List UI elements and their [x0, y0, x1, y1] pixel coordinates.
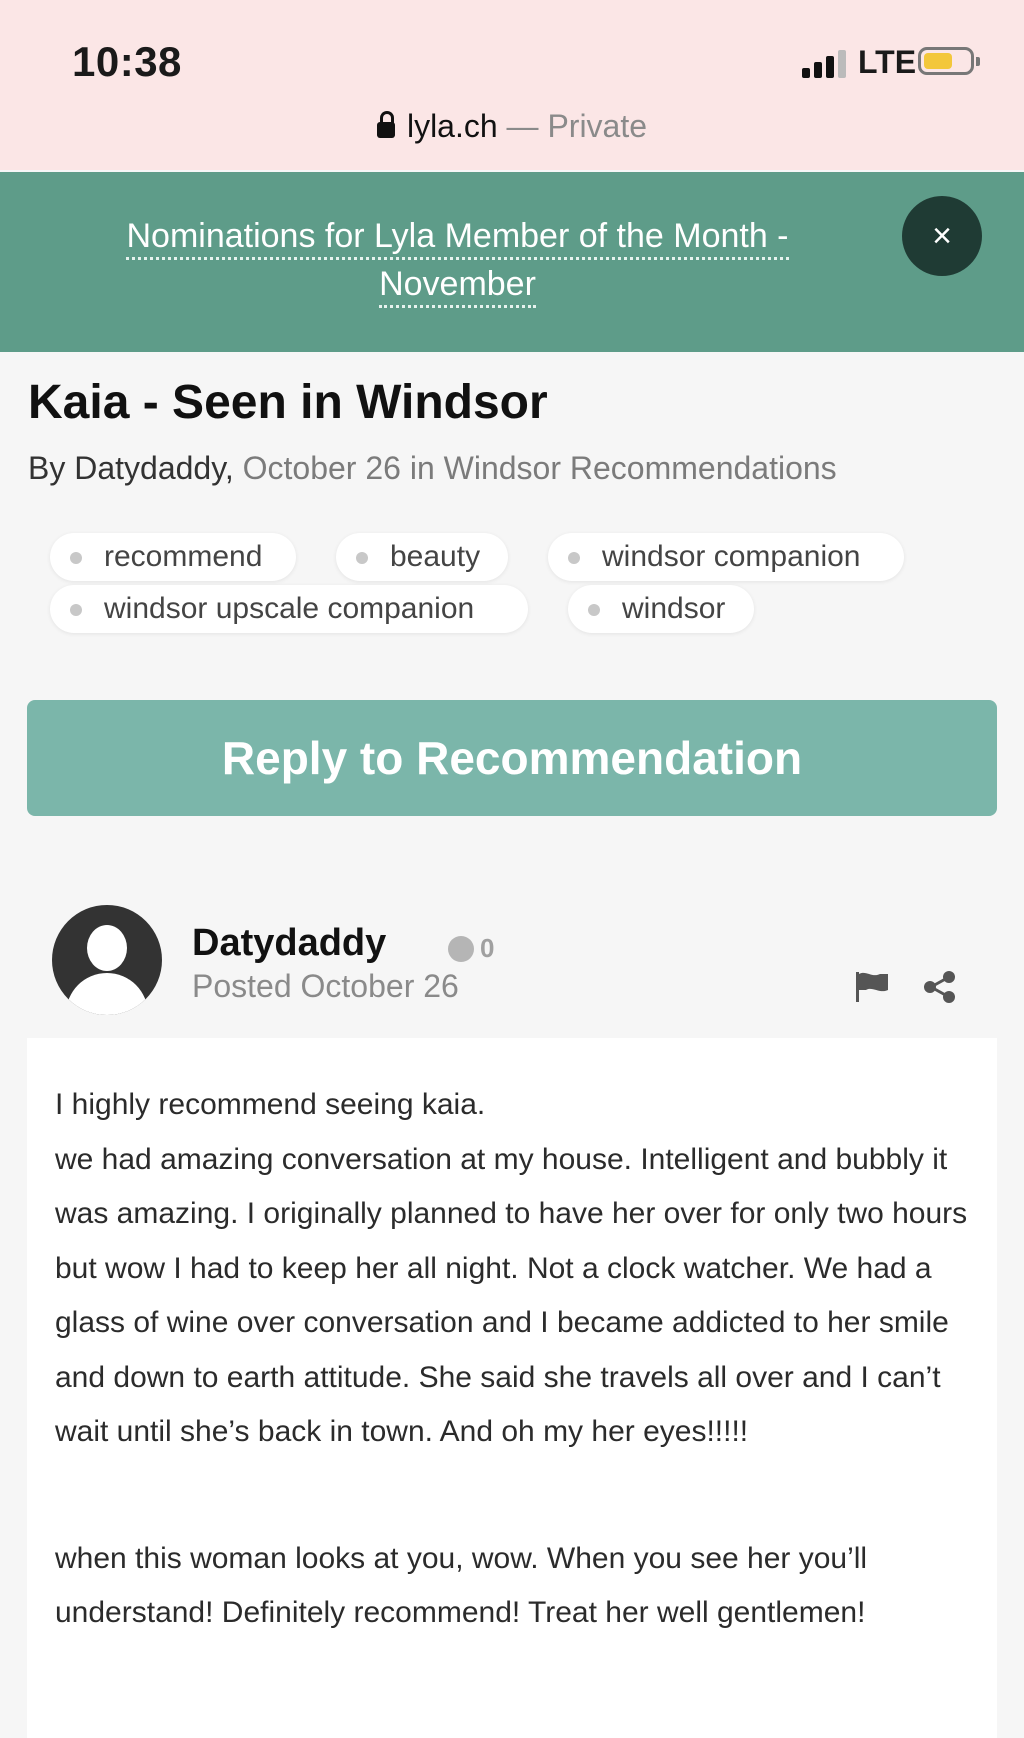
reputation-count: 0 — [480, 933, 495, 963]
tag-label: beauty — [390, 540, 481, 573]
reply-button[interactable]: Reply to Recommendation — [27, 700, 997, 816]
close-icon[interactable]: × — [902, 196, 982, 276]
reputation-dot-icon — [448, 936, 474, 962]
tag-dot-icon — [588, 604, 600, 616]
banner-link[interactable]: Nominations for Lyla Member of the Month… — [60, 212, 855, 308]
url-domain: lyla.ch — [406, 108, 498, 144]
url-bar[interactable]: lyla.ch — Private — [0, 108, 1024, 152]
tag-label: windsor — [622, 592, 726, 625]
byline-author[interactable]: By Datydaddy, — [28, 450, 234, 486]
byline-meta[interactable]: October 26 in Windsor Recommendations — [234, 450, 837, 486]
tag-dot-icon — [70, 552, 82, 564]
post-paragraph: when this woman looks at you, wow. When … — [55, 1541, 868, 1630]
flag-icon[interactable] — [854, 970, 890, 1004]
tag-label: windsor companion — [602, 540, 861, 573]
tag-recommend[interactable]: recommend — [50, 533, 296, 581]
tag-dot-icon — [70, 604, 82, 616]
banner-link-line1[interactable]: Nominations for Lyla Member of the Month… — [126, 217, 789, 260]
tag-windsor[interactable]: windsor — [568, 585, 754, 633]
page-title: Kaia - Seen in Windsor — [28, 376, 548, 429]
status-time: 10:38 — [72, 38, 182, 85]
tag-beauty[interactable]: beauty — [336, 533, 508, 581]
banner-link-line2[interactable]: November — [379, 265, 536, 308]
post-paragraph: I highly recommend seeing kaia. we had a… — [55, 1088, 968, 1448]
signal-icon — [802, 46, 848, 78]
topic-byline: By Datydaddy, October 26 in Windsor Reco… — [28, 450, 837, 487]
share-icon[interactable] — [922, 970, 958, 1004]
tag-windsor-companion[interactable]: windsor companion — [548, 533, 904, 581]
lock-icon — [376, 111, 395, 138]
post-author[interactable]: Datydaddy — [192, 922, 386, 965]
reputation-badge: 0 — [448, 933, 494, 964]
tag-windsor-upscale-companion[interactable]: windsor upscale companion — [50, 585, 528, 633]
tag-dot-icon — [356, 552, 368, 564]
post-header — [27, 880, 997, 1038]
url-private-mode: Private — [547, 108, 648, 144]
tag-label: recommend — [104, 540, 263, 573]
network-label: LTE — [858, 44, 917, 80]
url-separator: — — [497, 108, 548, 144]
post-content: I highly recommend seeing kaia. we had a… — [55, 1078, 985, 1641]
tag-label: windsor upscale companion — [104, 592, 475, 625]
avatar-placeholder-icon[interactable] — [52, 905, 162, 1015]
tag-dot-icon — [568, 552, 580, 564]
battery-icon — [918, 47, 980, 75]
announcement-banner: Nominations for Lyla Member of the Month… — [0, 172, 1024, 352]
post-date[interactable]: Posted October 26 — [192, 968, 459, 1005]
status-bar: 10:38 LTE lyla.ch — Private — [0, 0, 1024, 170]
